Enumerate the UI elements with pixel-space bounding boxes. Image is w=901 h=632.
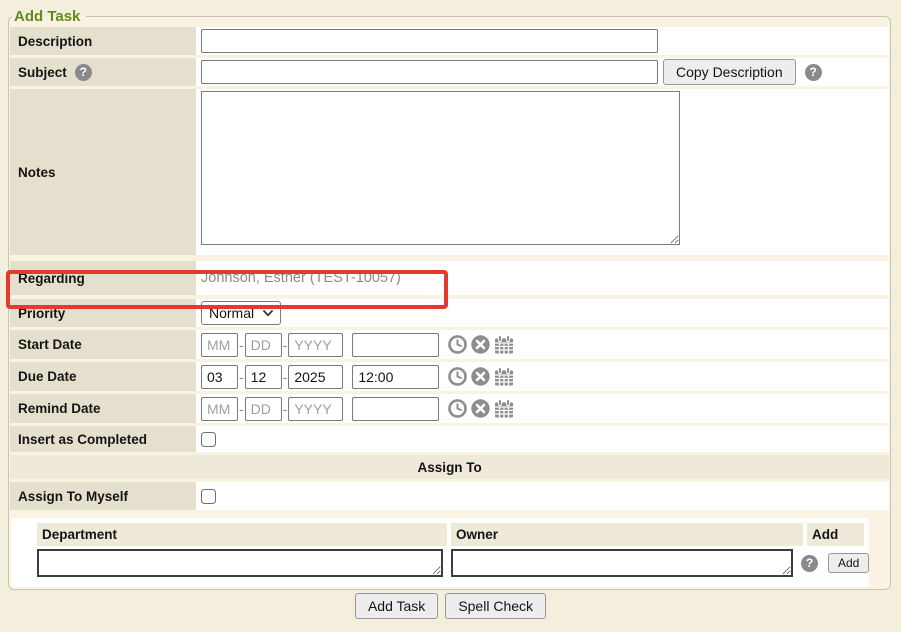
subject-row: Subject ? Copy Description ?: [10, 58, 889, 86]
calendar-icon[interactable]: [493, 334, 515, 355]
due-date-time-input[interactable]: [352, 365, 439, 389]
start-date-time-input[interactable]: [352, 333, 439, 357]
start-date-month-input[interactable]: [201, 333, 238, 357]
due-date-label-cell: Due Date: [10, 362, 196, 391]
date-separator: -: [239, 369, 244, 385]
due-date-icons: [447, 366, 515, 387]
subject-label-cell: Subject ?: [10, 58, 196, 86]
calendar-icon[interactable]: [493, 366, 515, 387]
assign-to-section-label: Assign To: [418, 460, 482, 475]
notes-row: Notes: [10, 89, 889, 255]
page-title: Add Task: [12, 8, 86, 25]
insert-as-completed-label-cell: Insert as Completed: [10, 426, 196, 452]
assign-to-myself-row: Assign To Myself: [10, 482, 889, 510]
regarding-label-cell: Regarding: [10, 261, 196, 295]
insert-as-completed-value-cell: [196, 426, 889, 452]
owner-input[interactable]: [451, 549, 793, 577]
date-separator: -: [283, 337, 288, 353]
assign-to-myself-label: Assign To Myself: [18, 489, 128, 504]
start-date-year-input[interactable]: [288, 333, 343, 357]
due-date-day-input[interactable]: [245, 365, 282, 389]
priority-label-cell: Priority: [10, 299, 196, 327]
remind-date-value-cell: - -: [196, 394, 889, 423]
description-label-cell: Description: [10, 27, 196, 55]
footer-actions: Add Task Spell Check: [0, 593, 901, 619]
priority-label: Priority: [18, 306, 65, 321]
date-separator: -: [239, 337, 244, 353]
start-date-icons: [447, 334, 515, 355]
due-date-row: Due Date - -: [10, 362, 889, 391]
assign-to-myself-checkbox[interactable]: [201, 489, 216, 504]
due-date-value-cell: - -: [196, 362, 889, 391]
clear-date-icon[interactable]: [470, 334, 491, 355]
assign-table-header-row: Department Owner Add: [37, 523, 869, 546]
notes-label-cell: Notes: [10, 89, 196, 255]
priority-row: Priority Normal: [10, 299, 889, 327]
insert-as-completed-row: Insert as Completed: [10, 426, 889, 452]
subject-value-cell: Copy Description ?: [196, 58, 889, 86]
description-label: Description: [18, 34, 92, 49]
department-header: Department: [37, 523, 447, 546]
priority-selected-option: Normal: [209, 305, 254, 321]
date-separator: -: [283, 401, 288, 417]
add-header: Add: [807, 523, 864, 546]
add-task-fieldset: Add Task Description Subject ? Copy Desc…: [8, 8, 891, 590]
regarding-value: Johnson, Esther (TEST-10057): [201, 270, 401, 286]
priority-value-cell: Normal: [196, 299, 889, 327]
subject-label: Subject: [18, 65, 67, 80]
remind-date-row: Remind Date - -: [10, 394, 889, 423]
help-icon[interactable]: ?: [805, 64, 822, 81]
due-date-month-input[interactable]: [201, 365, 238, 389]
description-input[interactable]: [201, 29, 658, 53]
insert-as-completed-checkbox[interactable]: [201, 432, 216, 447]
assign-to-myself-label-cell: Assign To Myself: [10, 482, 196, 510]
start-date-row: Start Date - -: [10, 330, 889, 359]
calendar-icon[interactable]: [493, 398, 515, 419]
remind-date-time-input[interactable]: [352, 397, 439, 421]
subject-input[interactable]: [201, 60, 658, 84]
start-date-label-cell: Start Date: [10, 330, 196, 359]
owner-header: Owner: [451, 523, 803, 546]
regarding-row: Regarding Johnson, Esther (TEST-10057): [10, 261, 889, 295]
assign-to-myself-value-cell: [196, 482, 889, 510]
clock-icon[interactable]: [447, 398, 468, 419]
insert-as-completed-label: Insert as Completed: [18, 432, 147, 447]
priority-select[interactable]: Normal: [201, 301, 281, 325]
remind-date-year-input[interactable]: [288, 397, 343, 421]
notes-value-cell: [196, 89, 889, 255]
assign-table-input-row: ? Add: [37, 549, 869, 577]
clock-icon[interactable]: [447, 366, 468, 387]
assign-table: Department Owner Add ? Add: [11, 518, 869, 587]
start-date-value-cell: - -: [196, 330, 889, 359]
due-date-year-input[interactable]: [288, 365, 343, 389]
due-date-label: Due Date: [18, 369, 77, 384]
spell-check-button[interactable]: Spell Check: [445, 593, 546, 619]
clear-date-icon[interactable]: [470, 366, 491, 387]
remind-date-label: Remind Date: [18, 401, 101, 416]
add-button[interactable]: Add: [828, 553, 869, 573]
department-input[interactable]: [37, 549, 443, 577]
description-row: Description: [10, 27, 889, 55]
regarding-label: Regarding: [18, 271, 85, 286]
chevron-down-icon: [263, 310, 273, 317]
help-icon[interactable]: ?: [801, 555, 818, 572]
date-separator: -: [239, 401, 244, 417]
start-date-day-input[interactable]: [245, 333, 282, 357]
remind-date-icons: [447, 398, 515, 419]
remind-date-label-cell: Remind Date: [10, 394, 196, 423]
regarding-value-cell: Johnson, Esther (TEST-10057): [196, 261, 889, 295]
notes-label: Notes: [18, 165, 56, 180]
start-date-label: Start Date: [18, 337, 82, 352]
notes-textarea[interactable]: [201, 91, 680, 245]
copy-description-button[interactable]: Copy Description: [663, 59, 796, 85]
remind-date-day-input[interactable]: [245, 397, 282, 421]
date-separator: -: [283, 369, 288, 385]
help-icon[interactable]: ?: [75, 64, 92, 81]
clear-date-icon[interactable]: [470, 398, 491, 419]
remind-date-month-input[interactable]: [201, 397, 238, 421]
assign-to-section-header: Assign To: [10, 455, 889, 479]
description-value-cell: [196, 27, 889, 55]
add-task-button[interactable]: Add Task: [355, 593, 438, 619]
clock-icon[interactable]: [447, 334, 468, 355]
